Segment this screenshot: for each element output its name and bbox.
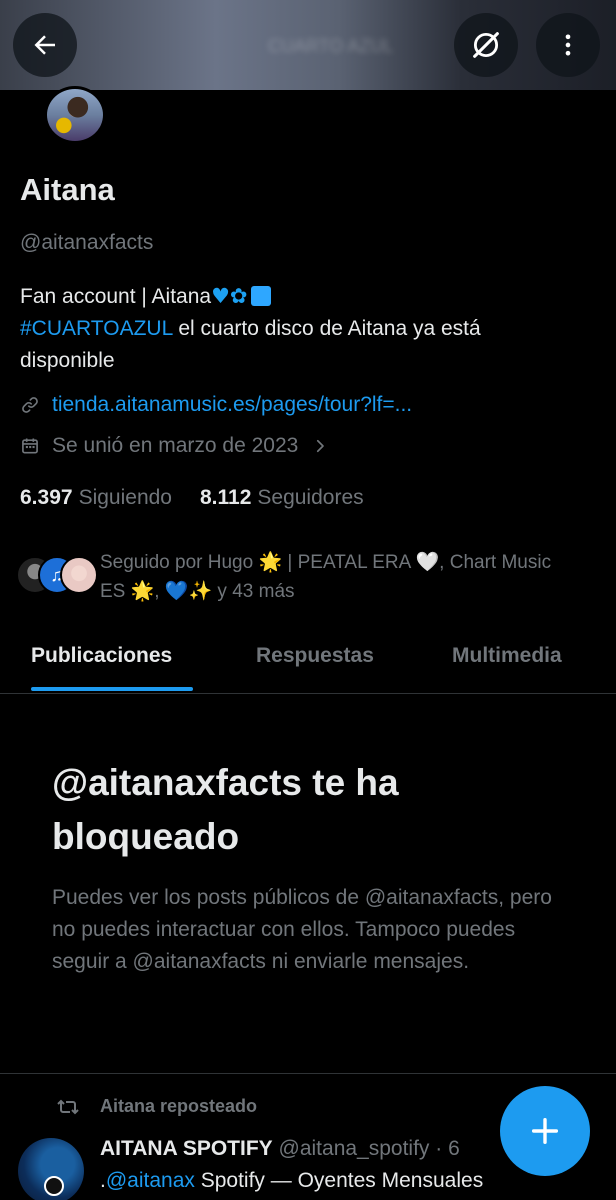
blue-heart-emoji-icon: ♥ (211, 284, 230, 308)
profile-banner[interactable]: CUARTO AZUL (0, 0, 616, 90)
tab-publicaciones[interactable]: Publicaciones (31, 644, 172, 668)
butterfly-emoji-icon: ✿ (229, 284, 248, 308)
avatar[interactable] (18, 1138, 84, 1200)
compose-button[interactable] (500, 1086, 590, 1176)
following-count: 6.397 (20, 486, 73, 509)
spotify-icon (44, 1176, 64, 1196)
post-body-text: Spotify — Oyentes Mensuales (194, 1169, 484, 1192)
bio-line-2-text: el cuarto disco de Aitana ya está (172, 317, 481, 340)
following-label: Siguiendo (78, 486, 172, 509)
grok-button[interactable] (454, 13, 518, 77)
repost-label: Aitana reposteado (100, 1096, 258, 1116)
bio-line-1: Fan account | Aitana♥✿ (20, 280, 600, 313)
website-link[interactable]: tienda.aitanamusic.es/pages/tour?lf=... (52, 393, 412, 417)
avatar (60, 556, 98, 594)
blue-square-emoji-icon (250, 286, 271, 306)
followers-label: Seguidores (257, 486, 364, 509)
joined-date: Se unió en marzo de 2023 (52, 434, 299, 457)
blocked-description: Puedes ver los posts públicos de @aitana… (52, 886, 552, 973)
followed-by-text: Seguido por Hugo 🌟 | PEATAL ERA 🤍, Chart… (100, 548, 610, 606)
followed-by-avatars: ♫ (16, 556, 98, 600)
banner-text: CUARTO AZUL (268, 36, 394, 56)
back-button[interactable] (13, 13, 77, 77)
post-header: AITANA SPOTIFY @aitana_spotify · 6 (100, 1137, 460, 1161)
followers-count: 8.112 (199, 486, 252, 509)
tab-multimedia[interactable]: Multimedia (452, 644, 562, 668)
link-icon (20, 395, 40, 415)
following-stat[interactable]: 6.397 Siguiendo (20, 486, 172, 510)
followed-by[interactable]: ♫ Seguido por Hugo 🌟 | PEATAL ERA 🤍, Cha… (16, 548, 610, 606)
arrow-left-icon (34, 35, 55, 55)
profile-website[interactable]: tienda.aitanamusic.es/pages/tour?lf=... (20, 393, 412, 417)
divider (0, 1073, 616, 1074)
plus-icon (531, 1117, 559, 1145)
profile-joined[interactable]: Se unió en marzo de 2023 (20, 434, 330, 458)
post-mention[interactable]: @aitanax (106, 1169, 195, 1192)
more-vertical-icon (565, 34, 571, 56)
profile-avatar[interactable] (44, 86, 106, 144)
repost-icon (56, 1097, 82, 1117)
repost-indicator[interactable]: Aitana reposteado (56, 1096, 257, 1117)
followers-stat[interactable]: 8.112 Seguidores (200, 486, 364, 510)
grok-icon (473, 32, 499, 58)
blocked-title: @aitanaxfacts te ha bloqueado (52, 762, 399, 857)
bio-line-2: #CUARTOAZUL el cuarto disco de Aitana ya… (20, 313, 600, 345)
tab-respuestas[interactable]: Respuestas (256, 644, 374, 668)
followed-by-line-2: ES 🌟, 💙✨ y 43 más (100, 581, 295, 602)
active-tab-indicator (31, 687, 193, 691)
profile-name: Aitana (20, 172, 115, 207)
profile-tabs: Publicaciones Respuestas Multimedia (0, 626, 616, 694)
chevron-right-icon (310, 436, 330, 456)
post-body[interactable]: .@aitanax Spotify — Oyentes Mensuales (100, 1169, 483, 1193)
bio-hashtag[interactable]: #CUARTOAZUL (20, 317, 173, 340)
follow-stats: 6.397 Siguiendo 8.112 Seguidores (20, 486, 364, 510)
calendar-icon (20, 436, 40, 456)
profile-handle: @aitanaxfacts (20, 231, 154, 254)
followed-by-line-1: Seguido por Hugo 🌟 | PEATAL ERA 🤍, Chart… (100, 552, 552, 573)
bio-line-3: disponible (20, 349, 115, 372)
blocked-notice: @aitanaxfacts te ha bloqueado Puedes ver… (52, 756, 572, 978)
more-options-button[interactable] (536, 13, 600, 77)
bio-text: Fan account | Aitana (20, 285, 212, 308)
profile-bio: Fan account | Aitana♥✿ #CUARTOAZUL el cu… (20, 280, 600, 377)
post-author-handle[interactable]: @aitana_spotify · 6 (279, 1137, 460, 1160)
post-author-name[interactable]: AITANA SPOTIFY (100, 1137, 273, 1160)
